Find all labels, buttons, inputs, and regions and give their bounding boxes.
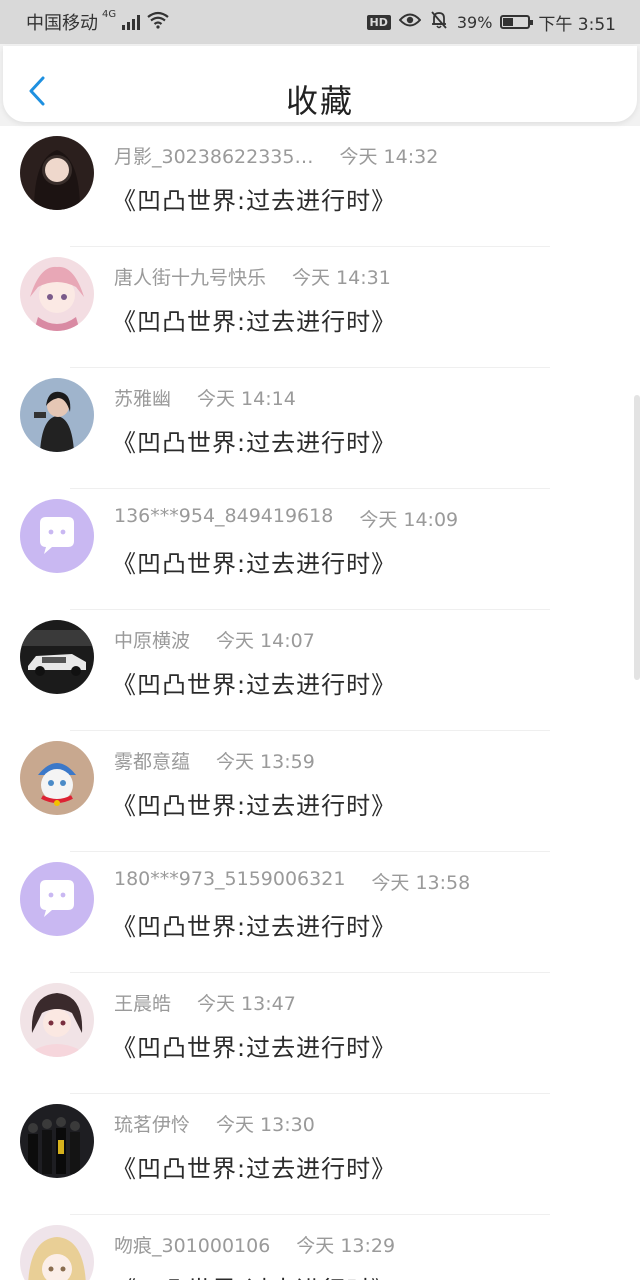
- user-name: 吻痕_301000106: [114, 1235, 271, 1257]
- avatar[interactable]: [20, 741, 94, 815]
- favorite-title[interactable]: 《凹凸世界:过去进行时》: [112, 544, 396, 579]
- user-name: 中原横波: [114, 630, 191, 652]
- favorite-item[interactable]: 唐人街十九号快乐 今天 14:31 《凹凸世界:过去进行时》: [0, 247, 640, 368]
- favorite-meta: 雾都意蕴 今天 13:59: [114, 747, 315, 774]
- avatar[interactable]: [20, 620, 94, 694]
- favorite-title[interactable]: 《凹凸世界:过去进行时》: [112, 786, 396, 821]
- network-type-label: 4G: [102, 8, 117, 20]
- avatar[interactable]: [20, 257, 94, 331]
- favorite-meta: 琉茗伊怜 今天 13:30: [114, 1110, 315, 1137]
- favorite-title[interactable]: 《凹凸世界:过去进行时》: [112, 665, 396, 700]
- favorite-item[interactable]: 中原横波 今天 14:07 《凹凸世界:过去进行时》: [0, 610, 640, 731]
- favorite-title[interactable]: 《凹凸世界:过去进行时》: [112, 181, 396, 216]
- user-name: 雾都意蕴: [114, 751, 191, 773]
- favorite-item[interactable]: 王晨皓 今天 13:47 《凹凸世界:过去进行时》: [0, 973, 640, 1094]
- favorite-title[interactable]: 《凹凸世界:过去进行时》: [112, 907, 396, 942]
- user-name: 唐人街十九号快乐: [114, 267, 267, 289]
- signal-icon: [122, 14, 141, 30]
- favorite-meta: 中原横波 今天 14:07: [114, 626, 315, 653]
- favorite-item[interactable]: 月影_30238622335… 今天 14:32 《凹凸世界:过去进行时》: [0, 126, 640, 247]
- favorite-title[interactable]: 《凹凸世界:过去进行时》: [112, 1149, 396, 1184]
- header: 收藏: [0, 44, 640, 126]
- favorite-time: 今天 13:59: [216, 751, 315, 773]
- favorite-item[interactable]: 180***973_5159006321 今天 13:58 《凹凸世界:过去进行时》: [0, 852, 640, 973]
- favorite-title[interactable]: 《凹凸世界:过去进行时》: [112, 302, 396, 337]
- favorite-time: 今天 14:07: [216, 630, 315, 652]
- favorite-time: 今天 13:30: [216, 1114, 315, 1136]
- favorite-meta: 吻痕_301000106 今天 13:29: [114, 1231, 395, 1258]
- favorite-time: 今天 14:14: [197, 388, 296, 410]
- favorite-title[interactable]: 《凹凸世界:过去进行时》: [112, 1028, 396, 1063]
- status-bar: 中国移动 4G HD 39% 下午 3:51: [0, 0, 640, 44]
- favorite-time: 今天 13:47: [197, 993, 296, 1015]
- favorite-time: 今天 13:58: [371, 872, 471, 894]
- favorite-item[interactable]: 苏雅幽 今天 14:14 《凹凸世界:过去进行时》: [0, 368, 640, 489]
- favorite-time: 今天 14:09: [359, 509, 459, 531]
- user-name: 琉茗伊怜: [114, 1114, 191, 1136]
- favorite-title[interactable]: 《凹凸世界:过去进行时》: [112, 1270, 396, 1280]
- favorite-meta: 136***954_849419618 今天 14:09: [114, 505, 458, 532]
- avatar[interactable]: [20, 862, 94, 936]
- favorite-meta: 王晨皓 今天 13:47: [114, 989, 296, 1016]
- favorite-item[interactable]: 琉茗伊怜 今天 13:30 《凹凸世界:过去进行时》: [0, 1094, 640, 1215]
- user-name: 苏雅幽: [114, 388, 172, 410]
- avatar[interactable]: [20, 1225, 94, 1280]
- user-name: 王晨皓: [114, 993, 172, 1015]
- scrollbar[interactable]: [634, 395, 640, 680]
- wifi-icon: [146, 11, 170, 34]
- battery-percent: 39%: [456, 12, 493, 32]
- mute-bell-icon: [429, 10, 449, 34]
- status-right: HD 39% 下午 3:51: [366, 10, 616, 35]
- favorite-title[interactable]: 《凹凸世界:过去进行时》: [112, 423, 396, 458]
- avatar[interactable]: [20, 983, 94, 1057]
- avatar[interactable]: [20, 1104, 94, 1178]
- page-title: 收藏: [285, 82, 354, 120]
- user-name: 180***973_5159006321: [114, 868, 346, 890]
- avatar[interactable]: [20, 136, 94, 210]
- battery-icon: [500, 15, 534, 29]
- favorite-time: 今天 14:32: [339, 146, 439, 168]
- favorite-meta: 月影_30238622335… 今天 14:32: [114, 142, 438, 169]
- hd-badge: HD: [366, 14, 391, 30]
- user-name: 136***954_849419618: [114, 505, 334, 527]
- carrier-label: 中国移动: [26, 13, 98, 34]
- favorite-time: 今天 14:31: [292, 267, 391, 289]
- user-name: 月影_30238622335…: [114, 146, 314, 168]
- favorite-meta: 180***973_5159006321 今天 13:58: [114, 868, 470, 895]
- header-card: 收藏: [3, 46, 637, 122]
- avatar[interactable]: [20, 378, 94, 452]
- favorite-item[interactable]: 雾都意蕴 今天 13:59 《凹凸世界:过去进行时》: [0, 731, 640, 852]
- favorite-meta: 苏雅幽 今天 14:14: [114, 384, 296, 411]
- favorite-meta: 唐人街十九号快乐 今天 14:31: [114, 263, 391, 290]
- favorite-time: 今天 13:29: [296, 1235, 396, 1257]
- status-left: 中国移动 4G: [26, 8, 170, 34]
- favorite-item[interactable]: 136***954_849419618 今天 14:09 《凹凸世界:过去进行时》: [0, 489, 640, 610]
- clock: 下午 3:51: [538, 14, 616, 35]
- avatar[interactable]: [20, 499, 94, 573]
- favorite-item[interactable]: 吻痕_301000106 今天 13:29 《凹凸世界:过去进行时》: [0, 1215, 640, 1280]
- favorites-list: 月影_30238622335… 今天 14:32 《凹凸世界:过去进行时》 唐人街十九…: [0, 126, 640, 1280]
- eye-icon: [398, 12, 422, 32]
